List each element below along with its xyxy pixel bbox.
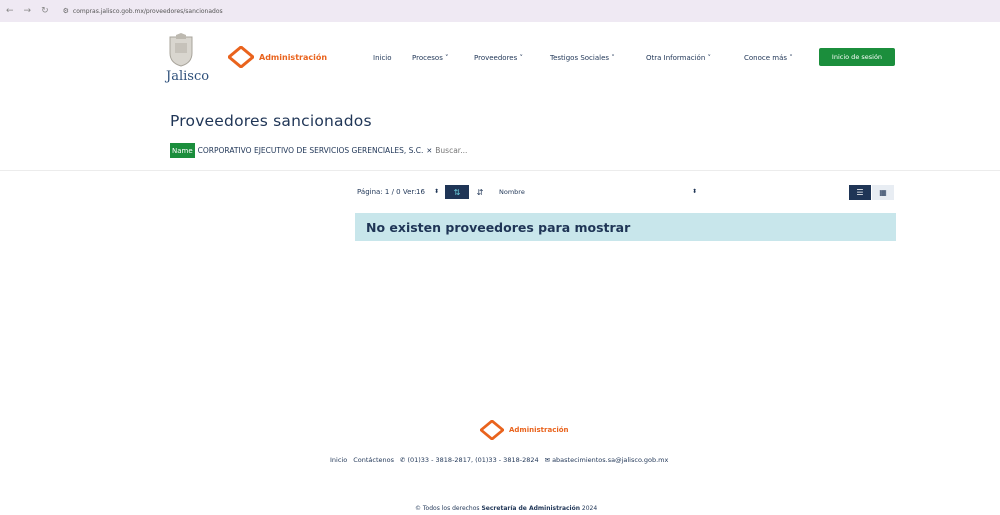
jalisco-logo-text: Jalisco	[166, 69, 210, 84]
footer-email[interactable]: abastecimientos.sa@jalisco.gob.mx	[552, 456, 668, 464]
footer-phone: (01)33 - 3818-2817, (01)33 - 3818-2824	[407, 456, 539, 464]
page-title: Proveedores sancionados	[170, 112, 372, 130]
per-page-select[interactable]: 16	[416, 188, 425, 196]
remove-filter-icon[interactable]: ✕	[426, 147, 432, 155]
copyright-prefix: © Todos los derechos	[415, 505, 480, 512]
divider	[0, 170, 1000, 171]
login-button[interactable]: Inicio de sesión	[819, 48, 895, 66]
nav-otra-informacion[interactable]: Otra Información ˅	[646, 54, 711, 62]
nav-proveedores[interactable]: Proveedores ˅	[474, 54, 523, 62]
admin-diamond-icon	[228, 46, 254, 68]
sort-select-arrow-icon[interactable]: ⬍	[692, 188, 697, 195]
jalisco-logo[interactable]: Jalisco	[166, 33, 218, 93]
sort-descending-icon: ⇵	[476, 187, 484, 197]
search-input[interactable]	[435, 146, 496, 155]
footer-admin-logo[interactable]: Administración	[480, 420, 569, 440]
empty-results-message: No existen proveedores para mostrar	[366, 219, 631, 235]
footer-link-inicio[interactable]: Inicio	[330, 456, 347, 464]
filter-value: CORPORATIVO EJECUTIVO DE SERVICIOS GEREN…	[197, 146, 424, 155]
filter-row: Name CORPORATIVO EJECUTIVO DE SERVICIOS …	[170, 143, 496, 158]
email-icon: ✉	[544, 456, 551, 464]
url-text[interactable]: compras.jalisco.gob.mx/proveedores/sanci…	[73, 8, 223, 15]
footer-admin-logo-text: Administración	[509, 426, 569, 434]
phone-icon: ✆	[399, 456, 406, 464]
copyright-year: 2024	[581, 505, 598, 512]
list-view-icon: ☰	[856, 188, 864, 197]
site-info-icon[interactable]: ⚙	[63, 7, 69, 15]
sort-descending-button[interactable]: ⇵	[473, 185, 487, 199]
sort-ascending-icon: ⇅	[453, 187, 461, 197]
sort-field-select[interactable]: Nombre	[499, 188, 695, 196]
copyright-org: Secretaría de Administración	[481, 505, 580, 512]
empty-results-alert: No existen proveedores para mostrar	[355, 213, 896, 241]
grid-view-button[interactable]: ▦	[872, 185, 894, 200]
nav-inicio[interactable]: Inicio	[373, 54, 392, 62]
grid-view-icon: ▦	[879, 188, 887, 197]
back-icon[interactable]: ←	[6, 6, 14, 16]
jalisco-shield-icon	[169, 33, 193, 67]
footer-copyright: © Todos los derechos Secretaría de Admin…	[415, 505, 597, 512]
filter-tag: Name	[170, 143, 195, 158]
nav-conoce-mas[interactable]: Conoce más ˅	[744, 54, 793, 62]
nav-procesos[interactable]: Procesos ˅	[412, 54, 449, 62]
footer-links: Inicio Contáctenos ✆ (01)33 - 3818-2817,…	[330, 456, 674, 464]
results-toolbar: Página: 1 / 0 Ver: 16 ⬍ ⇅ ⇵ Nombre ⬍ ☰ ▦	[0, 185, 1000, 201]
forward-icon[interactable]: →	[24, 6, 32, 16]
pagination-label: Página: 1 / 0 Ver:	[357, 188, 417, 196]
nav-testigos-sociales[interactable]: Testigos Sociales ˅	[550, 54, 615, 62]
per-page-arrow-icon[interactable]: ⬍	[434, 188, 439, 195]
admin-logo[interactable]: Administración	[228, 46, 327, 68]
footer-link-contactenos[interactable]: Contáctenos	[353, 456, 394, 464]
reload-icon[interactable]: ↻	[41, 6, 49, 16]
sort-ascending-button[interactable]: ⇅	[445, 185, 469, 199]
browser-address-bar: ← → ↻ ⚙ compras.jalisco.gob.mx/proveedor…	[0, 0, 1000, 22]
footer-admin-diamond-icon	[480, 420, 504, 440]
admin-logo-text: Administración	[259, 52, 328, 62]
list-view-button[interactable]: ☰	[849, 185, 871, 200]
